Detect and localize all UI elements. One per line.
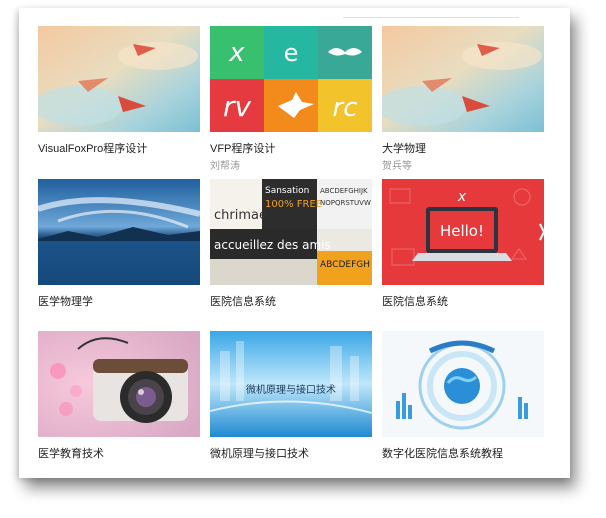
svg-text:rv: rv [223, 90, 252, 123]
course-thumbnail-paper-planes[interactable] [382, 26, 544, 132]
svg-text:ABCDEFGHIJK: ABCDEFGHIJK [320, 187, 368, 195]
svg-text:accueillez des amis: accueillez des amis [214, 238, 331, 252]
hello-text: Hello! [440, 222, 484, 240]
course-author: 贺兵等 [382, 161, 412, 172]
svg-text:e: e [284, 39, 299, 67]
course-thumbnail-typography[interactable]: chrimae Sansation 100% FREE ABCDEFGHIJK … [210, 179, 372, 285]
course-thumbnail-logo-tiles[interactable]: x e rv rc [210, 26, 372, 132]
thumb-caption: 微机原理与接口技术 [246, 383, 336, 396]
svg-text:x: x [457, 189, 467, 205]
course-thumbnail-laptop[interactable]: x Hello! [382, 179, 544, 285]
course-thumbnail-camera[interactable] [38, 331, 200, 437]
course-title[interactable]: 医院信息系统 [210, 293, 276, 309]
course-title[interactable]: 大学物理 [382, 140, 426, 156]
svg-text:rc: rc [333, 93, 358, 123]
svg-text:NOPQRSTUVW: NOPQRSTUVW [320, 199, 371, 207]
svg-text:chrimae: chrimae [214, 208, 267, 223]
course-thumbnail-tech-city[interactable]: 微机原理与接口技术 [210, 331, 372, 437]
course-thumbnail-lake[interactable] [38, 179, 200, 285]
course-thumbnail-globe[interactable] [382, 331, 544, 437]
course-title[interactable]: 医院信息系统 [382, 293, 448, 309]
svg-text:ABCDEFGH: ABCDEFGH [320, 260, 370, 270]
course-title[interactable]: 数字化医院信息系统教程 [382, 445, 503, 461]
course-title[interactable]: 微机原理与接口技术 [210, 445, 309, 461]
course-thumbnail-paper-planes[interactable] [38, 26, 200, 132]
course-title[interactable]: VFP程序设计 [210, 140, 275, 156]
course-title[interactable]: 医学物理学 [38, 293, 93, 309]
svg-text:100% FREE: 100% FREE [265, 199, 322, 210]
course-title[interactable]: 医学教育技术 [38, 445, 104, 461]
divider [343, 17, 519, 18]
svg-text:x: x [228, 38, 245, 68]
course-title[interactable]: VisualFoxPro程序设计 [38, 140, 147, 156]
svg-text:Sansation: Sansation [265, 186, 309, 196]
course-author: 刘帮涛 [210, 161, 240, 172]
